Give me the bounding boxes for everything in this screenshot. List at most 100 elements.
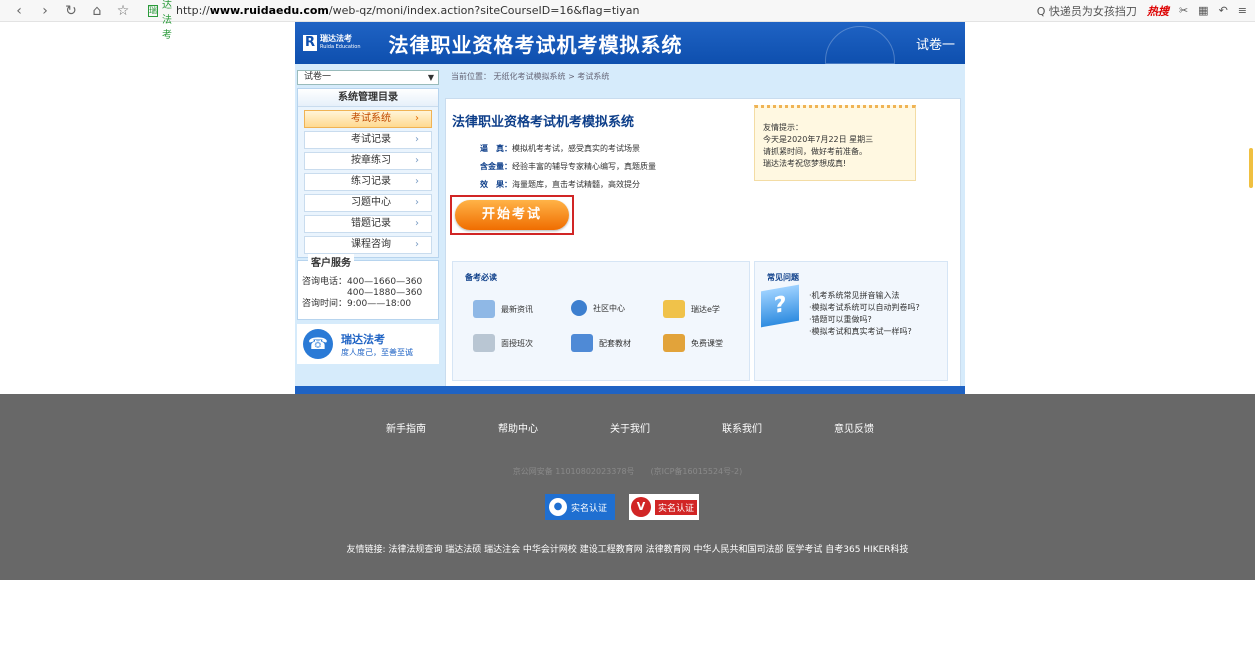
prep-item-free-class[interactable]: 免费课堂 bbox=[663, 334, 723, 352]
service-line: 咨询电话：400—1660—360 bbox=[302, 277, 423, 287]
url-host: www.ruidaedu.com bbox=[209, 4, 329, 17]
prep-item-community[interactable]: 社区中心 bbox=[571, 300, 625, 316]
ruida-logo[interactable]: R 瑞达法考 Ruida Education bbox=[303, 35, 361, 51]
chevron-right-icon: › bbox=[415, 239, 419, 250]
faq-link[interactable]: ·模拟考试系统可以自动判卷吗? bbox=[809, 302, 920, 314]
main-content: 法律职业资格考试机考模拟系统 逼 真：模拟机考考试，感受真实的考试场景 含金量：… bbox=[445, 98, 961, 388]
prep-must-read: 备考必读 最新资讯 社区中心 瑞达e学 面授班次 配套教材 免费课堂 bbox=[452, 261, 750, 381]
certifications: ● 实名认证 V 实名认证 bbox=[545, 494, 699, 520]
tips-box: 友情提示： 今天是2020年7月22日 星期三 请抓紧时间，做好考前准备。 瑞达… bbox=[754, 105, 916, 181]
reload-icon[interactable]: ↻ bbox=[60, 3, 82, 19]
news-icon bbox=[473, 300, 495, 318]
service-title: 客户服务 bbox=[308, 254, 354, 269]
tip-line: 请抓紧时间，做好考前准备。 bbox=[763, 147, 867, 156]
chevron-right-icon: › bbox=[415, 155, 419, 166]
prep-title: 备考必读 bbox=[465, 273, 497, 282]
feature-text: 模拟机考考试，感受真实的考试场景 bbox=[512, 144, 640, 153]
start-exam-button[interactable]: 开始考试 bbox=[455, 200, 569, 230]
feature-key: 效 果： bbox=[480, 180, 512, 189]
prep-item-label: 瑞达e学 bbox=[691, 304, 720, 314]
faq-link[interactable]: ·机考系统常见拼音输入法 bbox=[809, 290, 920, 302]
cert-badge-blue[interactable]: ● 实名认证 bbox=[545, 494, 615, 520]
feature-key: 含金量： bbox=[480, 162, 512, 171]
footer-link-contact[interactable]: 联系我们 bbox=[722, 420, 762, 435]
sidebar-item-label: 练习记录 bbox=[351, 176, 391, 187]
prep-item-label: 配套教材 bbox=[599, 338, 631, 348]
question-icon: ? bbox=[761, 284, 799, 328]
content-title: 法律职业资格考试机考模拟系统 bbox=[452, 115, 635, 130]
brand-box: ☎ 瑞达法考 度人度己，至善至诚 bbox=[297, 324, 439, 364]
footer-link-feedback[interactable]: 意见反馈 bbox=[834, 420, 874, 435]
sidebar-item-course-consult[interactable]: 课程咨询 › bbox=[304, 236, 432, 254]
chevron-right-icon: › bbox=[415, 113, 419, 124]
feature-text: 经验丰富的辅导专家精心编写，真题质量 bbox=[512, 162, 656, 171]
faq-title: 常见问题 bbox=[767, 273, 799, 282]
home-icon[interactable]: ⌂ bbox=[86, 3, 108, 19]
menu-icon[interactable]: ≡ bbox=[1238, 4, 1247, 17]
feature-line: 效 果：海量题库，直击考试精髓，高效提分 bbox=[480, 179, 640, 190]
sidebar-item-question-center[interactable]: 习题中心 › bbox=[304, 194, 432, 212]
service-line: 咨询时间：9:00——18:00 bbox=[302, 299, 412, 309]
logo-subtext: Ruida Education bbox=[320, 44, 361, 50]
logo-mark-icon: R bbox=[303, 35, 317, 51]
feature-line: 含金量：经验丰富的辅导专家精心编写，真题质量 bbox=[480, 161, 656, 172]
browser-nav: ‹ › ↻ ⌂ ☆ bbox=[8, 3, 134, 19]
globe-decoration bbox=[825, 26, 895, 64]
sidebar: 试卷一 ▼ 系统管理目录 考试系统 › 考试记录 › 按章练习 › 练习记录 › 习题中… bbox=[295, 64, 441, 394]
url-text[interactable]: http://www.ruidaedu.com/web-qz/moni/inde… bbox=[176, 4, 639, 17]
back-icon[interactable]: ‹ bbox=[8, 3, 30, 19]
cert-label: 实名认证 bbox=[655, 499, 698, 515]
prep-item-elearn[interactable]: 瑞达e学 bbox=[663, 300, 720, 318]
cert-badge-red[interactable]: V 实名认证 bbox=[629, 494, 699, 520]
breadcrumb: 当前位置： 无纸化考试模拟系统 > 考试系统 bbox=[451, 72, 610, 81]
exam-system-panel: R 瑞达法考 Ruida Education 法律职业资格考试机考模拟系统 试卷一… bbox=[295, 22, 965, 394]
service-line: 400—1880—360 bbox=[302, 288, 423, 298]
sidebar-item-label: 错题记录 bbox=[351, 218, 391, 229]
tip-line: 瑞达法考祝您梦想成真! bbox=[763, 159, 847, 168]
paper-select-value: 试卷一 bbox=[304, 72, 332, 82]
prep-item-class[interactable]: 面授班次 bbox=[473, 334, 533, 352]
prep-item-label: 社区中心 bbox=[593, 303, 625, 313]
sidebar-item-label: 习题中心 bbox=[351, 197, 391, 208]
prep-item-label: 最新资讯 bbox=[501, 304, 533, 314]
url-path: /web-qz/moni/index.action?siteCourseID=1… bbox=[328, 4, 640, 17]
customer-service-box: 客户服务 咨询电话：400—1660—360 400—1880—360 咨询时间… bbox=[297, 254, 439, 320]
tip-line: 友情提示： bbox=[763, 123, 803, 132]
paper-select[interactable]: 试卷一 ▼ bbox=[297, 70, 439, 85]
footer-link-about[interactable]: 关于我们 bbox=[610, 420, 650, 435]
elearn-icon bbox=[663, 300, 685, 318]
hot-search-label[interactable]: 热搜 bbox=[1147, 3, 1169, 19]
chevron-right-icon: › bbox=[415, 176, 419, 187]
community-icon bbox=[571, 300, 587, 316]
sidebar-item-practice-records[interactable]: 练习记录 › bbox=[304, 173, 432, 191]
browser-search[interactable]: Q 快递员为女孩挡刀 bbox=[1037, 3, 1137, 19]
sidebar-item-chapter-practice[interactable]: 按章练习 › bbox=[304, 152, 432, 170]
prep-item-materials[interactable]: 配套教材 bbox=[571, 334, 631, 352]
scissors-icon[interactable]: ✂ bbox=[1179, 4, 1188, 17]
class-icon bbox=[473, 334, 495, 352]
sidebar-item-exam-records[interactable]: 考试记录 › bbox=[304, 131, 432, 149]
friend-links[interactable]: 友情链接: 法律法规查询 瑞达法硕 瑞达注会 中华会计网校 建设工程教育网 法律… bbox=[0, 542, 1255, 555]
paper-label: 试卷一 bbox=[915, 37, 955, 53]
sidebar-item-wrong-records[interactable]: 错题记录 › bbox=[304, 215, 432, 233]
faq-link[interactable]: ·模拟考试和真实考试一样吗? bbox=[809, 326, 920, 338]
start-exam-highlight: 开始考试 bbox=[450, 195, 574, 235]
faq-link[interactable]: ·错题可以重做吗? bbox=[809, 314, 920, 326]
footer-link-guide[interactable]: 新手指南 bbox=[386, 420, 426, 435]
sidebar-item-exam-system[interactable]: 考试系统 › bbox=[304, 110, 432, 128]
bookmark-icon[interactable]: ☆ bbox=[112, 3, 134, 19]
system-title: 法律职业资格考试机考模拟系统 bbox=[388, 32, 683, 57]
undo-icon[interactable]: ↶ bbox=[1219, 4, 1228, 17]
apps-icon[interactable]: ▦ bbox=[1198, 4, 1208, 17]
scrollbar-thumb[interactable] bbox=[1249, 148, 1253, 188]
brand-name: 瑞达法考 bbox=[341, 332, 385, 346]
browser-toolbar: ‹ › ↻ ⌂ ☆ 瑞 瑞达法考 http://www.ruidaedu.com… bbox=[0, 0, 1255, 41]
header-banner: R 瑞达法考 Ruida Education 法律职业资格考试机考模拟系统 试卷一 bbox=[295, 22, 965, 64]
footer-link-help[interactable]: 帮助中心 bbox=[498, 420, 538, 435]
page-footer: 新手指南 帮助中心 关于我们 联系我们 意见反馈 京公网安备 110108020… bbox=[0, 394, 1255, 580]
dropdown-arrow-icon: ▼ bbox=[427, 73, 434, 82]
prep-item-news[interactable]: 最新资讯 bbox=[473, 300, 533, 318]
chevron-right-icon: › bbox=[415, 134, 419, 145]
forward-icon[interactable]: › bbox=[34, 3, 56, 19]
beian-info[interactable]: 京公网安备 11010802023378号 (京ICP备16015524号-2) bbox=[0, 466, 1255, 477]
